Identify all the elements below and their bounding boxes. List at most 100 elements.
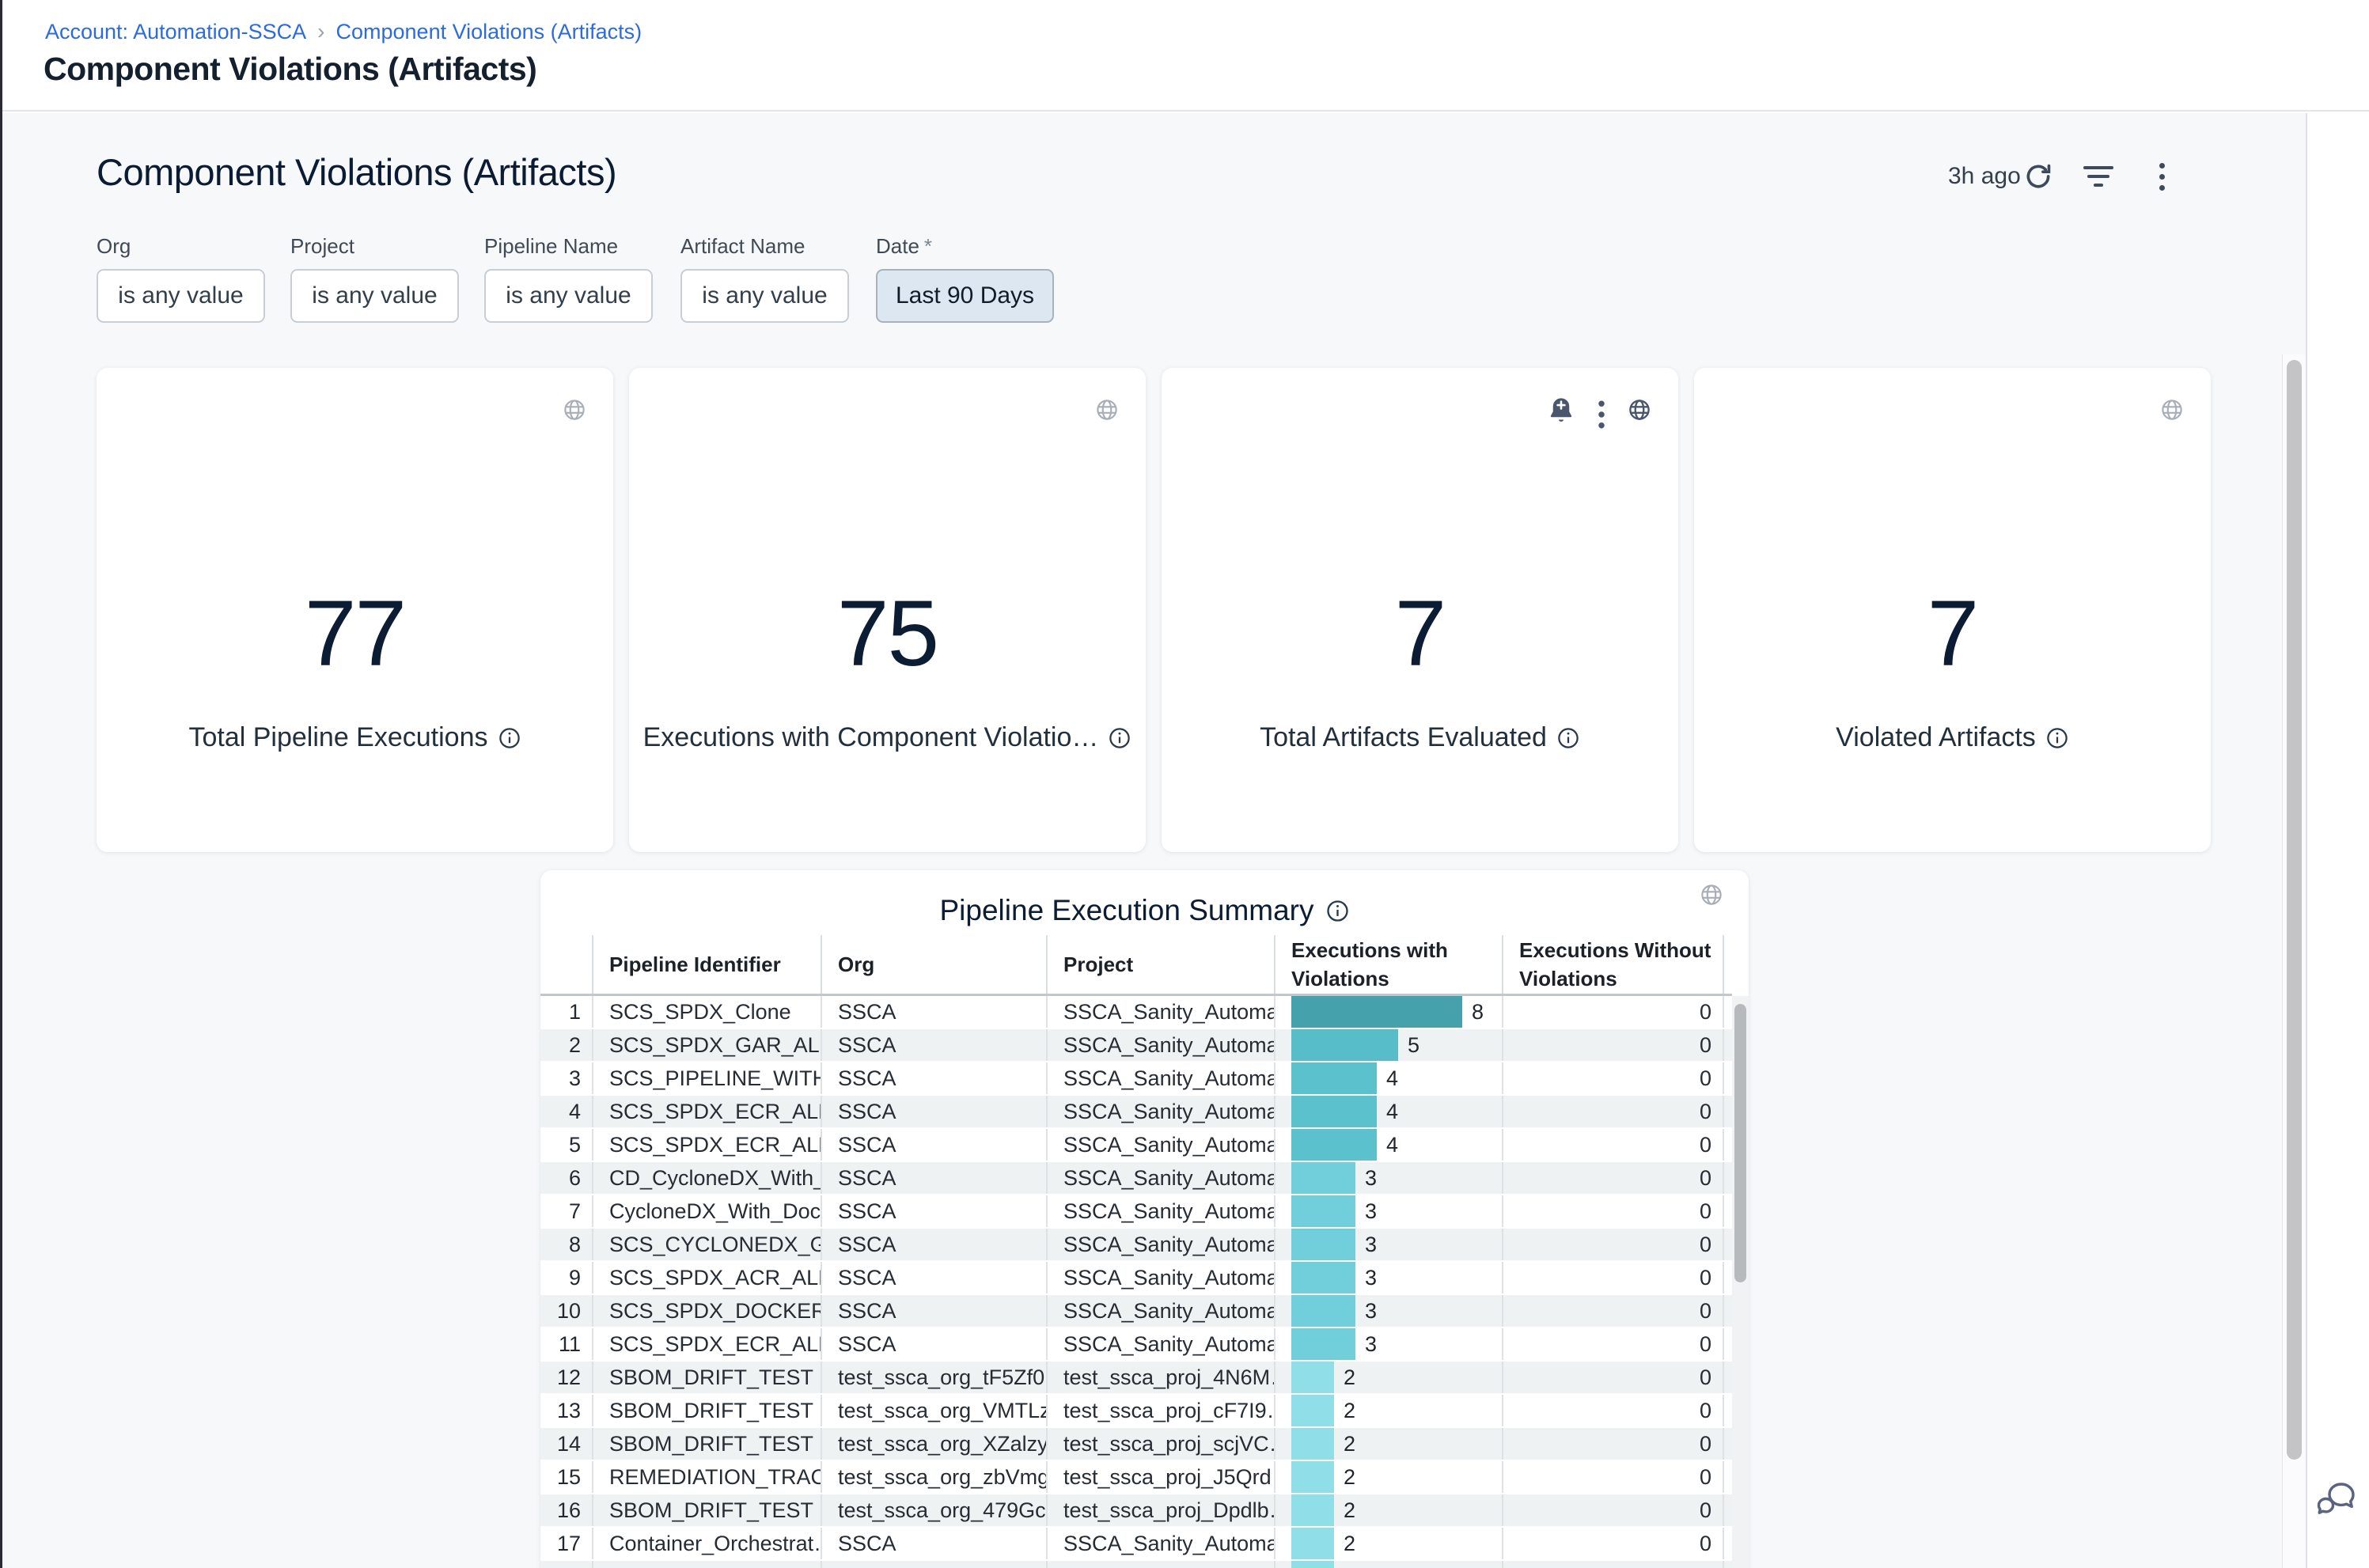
dashboard-filters-button[interactable] bbox=[2083, 161, 2114, 192]
cell-pipeline-identifier: Container_Orchestrat… bbox=[592, 1528, 821, 1559]
alert-bell-icon[interactable] bbox=[1547, 396, 1575, 426]
filter-chip-pipeline-name[interactable]: is any value bbox=[484, 269, 653, 323]
table-row[interactable]: 2 SCS_SPDX_GAR_ALL… SSCA SSCA_Sanity_Aut… bbox=[540, 1029, 1732, 1062]
violations-bar[interactable] bbox=[1291, 1428, 1334, 1460]
violations-bar[interactable] bbox=[1291, 1229, 1355, 1260]
breadcrumb-account-link[interactable]: Account: Automation-SSCA bbox=[45, 20, 306, 44]
row-index: 5 bbox=[540, 1129, 592, 1161]
column-header-executions-with-violations[interactable]: Executions with Violations bbox=[1274, 935, 1502, 994]
cell-pipeline-identifier: SCS_SPDX_Clone bbox=[592, 996, 821, 1028]
breadcrumb-separator: › bbox=[317, 19, 324, 44]
violations-bar[interactable] bbox=[1291, 1096, 1377, 1127]
table-row[interactable]: 13 SBOM_DRIFT_TEST test_ssca_org_VMTLz… … bbox=[540, 1395, 1732, 1428]
violations-bar-value: 2 bbox=[1344, 1465, 1355, 1490]
violations-bar[interactable] bbox=[1291, 1395, 1334, 1426]
cell-executions-without-violations: 0 bbox=[1502, 1229, 1724, 1260]
table-rows: 1 SCS_SPDX_Clone SSCA SSCA_Sanity_Automa… bbox=[540, 996, 1732, 1568]
info-icon[interactable] bbox=[1556, 726, 1580, 750]
table-row[interactable]: 17 Container_Orchestrat… SSCA SSCA_Sanit… bbox=[540, 1528, 1732, 1561]
breadcrumb-page-link[interactable]: Component Violations (Artifacts) bbox=[336, 20, 642, 44]
row-index: 13 bbox=[540, 1395, 592, 1426]
violations-bar[interactable] bbox=[1291, 996, 1462, 1028]
row-index: 12 bbox=[540, 1362, 592, 1393]
cell-project: SSCA_Sanity_Automa… bbox=[1046, 1129, 1274, 1161]
cell-executions-without-violations: 0 bbox=[1502, 1395, 1724, 1426]
violations-bar[interactable] bbox=[1291, 1162, 1355, 1194]
violations-bar[interactable] bbox=[1291, 1328, 1355, 1360]
column-header-org[interactable]: Org bbox=[821, 935, 1046, 994]
filter-chip-artifact-name[interactable]: is any value bbox=[680, 269, 849, 323]
cell-project: SSCA_Sanity_Automa… bbox=[1046, 1528, 1274, 1559]
globe-icon[interactable] bbox=[2160, 398, 2184, 422]
cell-executions-without-violations: 0 bbox=[1502, 1362, 1724, 1393]
violations-bar[interactable] bbox=[1291, 1029, 1398, 1061]
table-title: Pipeline Execution Summary bbox=[540, 894, 1749, 927]
globe-icon[interactable] bbox=[1095, 398, 1119, 422]
column-header-project[interactable]: Project bbox=[1046, 935, 1274, 994]
violations-bar[interactable] bbox=[1291, 1461, 1334, 1493]
cell-project: test_ssca_proj_scjVC… bbox=[1046, 1428, 1274, 1460]
table-row[interactable]: 9 SCS_SPDX_ACR_ALL… SSCA SSCA_Sanity_Aut… bbox=[540, 1262, 1732, 1295]
info-icon[interactable] bbox=[498, 726, 521, 750]
filter-chip-project[interactable]: is any value bbox=[290, 269, 459, 323]
dashboard-more-menu-button[interactable] bbox=[2146, 161, 2178, 192]
cell-executions-without-violations: 0 bbox=[1502, 1528, 1724, 1559]
page-scrollbar-thumb[interactable] bbox=[2287, 360, 2302, 1460]
refresh-button[interactable] bbox=[2022, 161, 2054, 192]
cell-project: SSCA_Sanity_Automa… bbox=[1046, 1328, 1274, 1360]
page-title: Component Violations (Artifacts) bbox=[44, 51, 536, 88]
violations-bar-value: 4 bbox=[1386, 1100, 1398, 1124]
table-row[interactable]: 11 SCS_SPDX_ECR_ALL_… SSCA SSCA_Sanity_A… bbox=[540, 1328, 1732, 1362]
cell-pipeline-identifier: SCS_PIPELINE_WITH… bbox=[592, 1062, 821, 1094]
filter-chip-date[interactable]: Last 90 Days bbox=[876, 269, 1054, 323]
table-row[interactable]: 1 SCS_SPDX_Clone SSCA SSCA_Sanity_Automa… bbox=[540, 996, 1732, 1029]
globe-icon[interactable] bbox=[563, 398, 586, 422]
row-index: 16 bbox=[540, 1494, 592, 1526]
info-icon[interactable] bbox=[1325, 899, 1350, 923]
kpi-card-total-artifacts-evaluated: 7 Total Artifacts Evaluated bbox=[1162, 368, 1678, 852]
globe-icon[interactable] bbox=[1628, 398, 1651, 422]
violations-bar[interactable] bbox=[1291, 1295, 1355, 1327]
table-row[interactable]: 10 SCS_SPDX_DOCKER_… SSCA SSCA_Sanity_Au… bbox=[540, 1295, 1732, 1328]
last-refreshed-label: 3h ago bbox=[1948, 163, 2021, 190]
chat-widget-button[interactable] bbox=[2314, 1478, 2358, 1519]
table-row[interactable]: 3 SCS_PIPELINE_WITH… SSCA SSCA_Sanity_Au… bbox=[540, 1062, 1732, 1096]
column-header-pipeline-identifier[interactable]: Pipeline Identifier bbox=[592, 935, 821, 994]
info-icon[interactable] bbox=[2045, 726, 2069, 750]
kpi-label: Total Artifacts Evaluated bbox=[1162, 722, 1678, 753]
table-scrollbar-thumb[interactable] bbox=[1734, 1004, 1746, 1282]
violations-bar-value: 3 bbox=[1365, 1332, 1377, 1357]
table-row[interactable]: 15 REMEDIATION_TRAC… test_ssca_org_zbVmg… bbox=[540, 1461, 1732, 1494]
cell-executions-with-violations: 4 bbox=[1274, 1096, 1502, 1127]
tile-kebab-icon[interactable] bbox=[1598, 400, 1605, 430]
violations-bar[interactable] bbox=[1291, 1528, 1334, 1559]
table-row[interactable]: 4 SCS_SPDX_ECR_ALL_… SSCA SSCA_Sanity_Au… bbox=[540, 1096, 1732, 1129]
cell-executions-with-violations: 4 bbox=[1274, 1129, 1502, 1161]
cell-executions-with-violations: 2 bbox=[1274, 1528, 1502, 1559]
cell-org: SSCA bbox=[821, 1062, 1046, 1094]
table-row[interactable]: 14 SBOM_DRIFT_TEST test_ssca_org_XZalzy…… bbox=[540, 1428, 1732, 1461]
violations-bar[interactable] bbox=[1291, 1262, 1355, 1293]
violations-bar[interactable] bbox=[1291, 1362, 1334, 1393]
violations-bar[interactable] bbox=[1291, 1195, 1355, 1227]
info-icon[interactable] bbox=[1108, 726, 1131, 750]
table-row-partial[interactable] bbox=[540, 1561, 1732, 1568]
table-row[interactable]: 6 CD_CycloneDX_With_… SSCA SSCA_Sanity_A… bbox=[540, 1162, 1732, 1195]
row-index: 17 bbox=[540, 1528, 592, 1559]
table-row[interactable]: 12 SBOM_DRIFT_TEST test_ssca_org_tF5Zf0…… bbox=[540, 1362, 1732, 1395]
table-row[interactable]: 8 SCS_CYCLONEDX_GA… SSCA SSCA_Sanity_Aut… bbox=[540, 1229, 1732, 1262]
violations-bar[interactable] bbox=[1291, 1062, 1377, 1094]
cell-executions-with-violations bbox=[1274, 1561, 1502, 1568]
filter-chip-org[interactable]: is any value bbox=[97, 269, 265, 323]
column-header-executions-without-violations[interactable]: Executions Without Violations bbox=[1502, 935, 1724, 994]
chat-bubbles-icon bbox=[2314, 1478, 2358, 1519]
violations-bar-value: 8 bbox=[1472, 1000, 1484, 1025]
cell-org: test_ssca_org_tF5Zf0… bbox=[821, 1362, 1046, 1393]
violations-bar[interactable] bbox=[1291, 1129, 1377, 1161]
table-row[interactable]: 5 SCS_SPDX_ECR_ALL_… SSCA SSCA_Sanity_Au… bbox=[540, 1129, 1732, 1162]
violations-bar[interactable] bbox=[1291, 1561, 1334, 1568]
table-row[interactable]: 16 SBOM_DRIFT_TEST test_ssca_org_479Gc… … bbox=[540, 1494, 1732, 1528]
cell-executions-without-violations: 0 bbox=[1502, 1494, 1724, 1526]
table-row[interactable]: 7 CycloneDX_With_Doc… SSCA SSCA_Sanity_A… bbox=[540, 1195, 1732, 1229]
violations-bar[interactable] bbox=[1291, 1494, 1334, 1526]
